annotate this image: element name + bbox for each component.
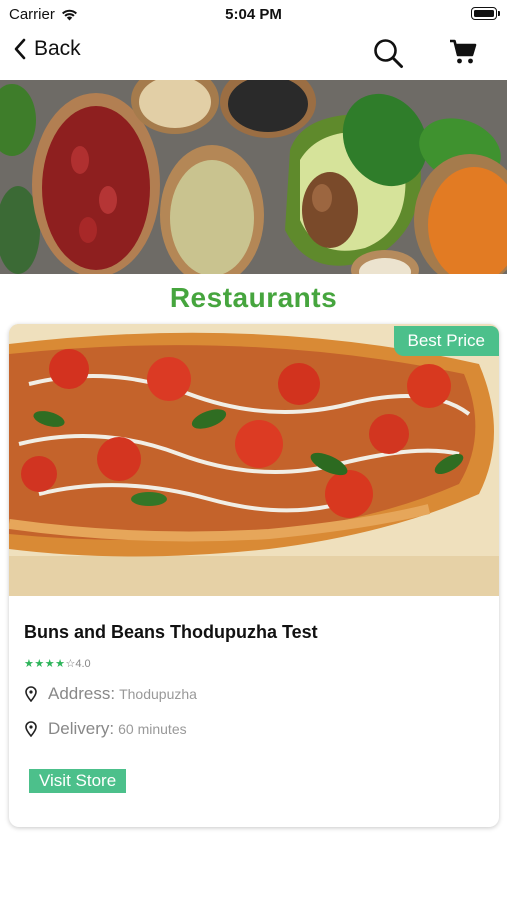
star-rating-icon: ★★★★ (24, 658, 66, 670)
rating: ★★★★ ☆ 4.0 (24, 657, 91, 671)
banner-image (0, 80, 507, 274)
restaurant-name: Buns and Beans Thodupuzha Test (24, 622, 318, 642)
address-value: Thodupuzha (119, 686, 197, 702)
back-button[interactable]: Back (14, 37, 81, 61)
hero-banner (0, 80, 507, 274)
clock: 5:04 PM (225, 6, 282, 23)
rating-value: 4.0 (75, 657, 91, 670)
delivery-value: 60 minutes (118, 721, 187, 737)
back-label: Back (34, 37, 81, 60)
address-row: Address: Thodupuzha (24, 684, 197, 704)
battery-icon (471, 7, 500, 20)
best-price-badge: Best Price (393, 326, 499, 356)
location-pin-icon (25, 686, 37, 702)
delivery-row: Delivery: 60 minutes (24, 719, 187, 739)
search-icon[interactable] (372, 37, 404, 69)
restaurant-image: Best Price (9, 324, 499, 596)
restaurant-card[interactable]: Best Price Buns and Beans Thodupuzha Tes… (9, 324, 499, 827)
location-pin-icon (25, 721, 37, 737)
delivery-label: Delivery: (48, 719, 115, 738)
nav-bar: Back (0, 28, 507, 78)
chevron-left-icon (14, 38, 26, 60)
cart-icon[interactable] (449, 38, 477, 66)
status-bar: Carrier 5:04 PM (0, 0, 507, 28)
visit-store-button[interactable]: Visit Store (29, 769, 127, 793)
section-title: Restaurants (169, 282, 338, 313)
address-label: Address: (48, 684, 116, 703)
pizza-image (9, 324, 499, 596)
star-empty-icon: ☆ (65, 658, 76, 670)
